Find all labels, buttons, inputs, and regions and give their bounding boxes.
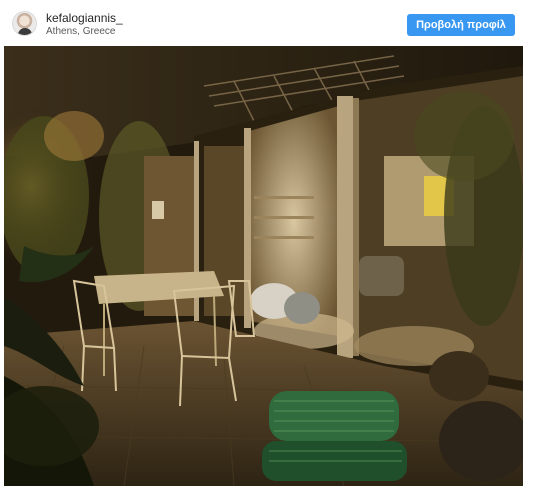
location-label[interactable]: Athens, Greece	[46, 26, 115, 38]
post-header: kefalogiannis_ Athens, Greece Προβολή πρ…	[0, 0, 539, 46]
post-photo[interactable]	[4, 46, 523, 486]
instagram-embed: kefalogiannis_ Athens, Greece Προβολή πρ…	[0, 0, 539, 498]
username[interactable]: kefalogiannis_	[46, 11, 123, 25]
terrace-night-photo	[4, 46, 523, 486]
avatar[interactable]	[12, 11, 37, 36]
view-profile-button[interactable]: Προβολή προφίλ	[407, 14, 515, 36]
